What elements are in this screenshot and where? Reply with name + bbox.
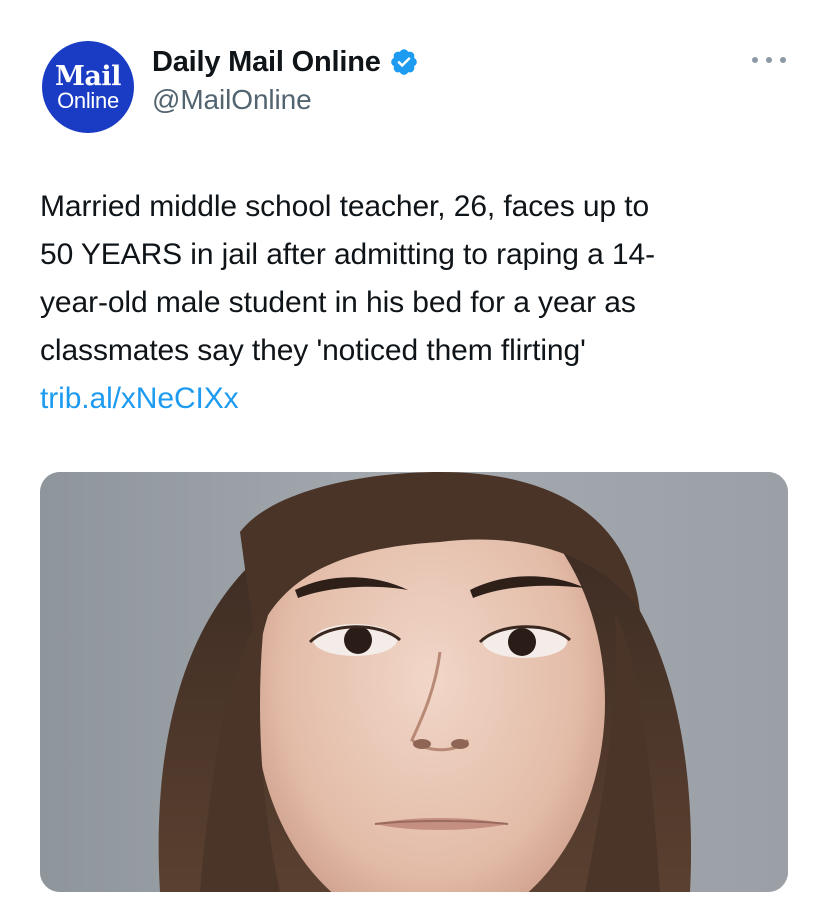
avatar[interactable]: Mail Online	[42, 41, 134, 133]
avatar-logo-text: Mail	[55, 61, 121, 92]
tweet-card: Mail Online Daily Mail Online @MailOnlin…	[0, 0, 828, 915]
photo-illustration	[40, 472, 788, 892]
avatar-logo-subtext: Online	[57, 88, 119, 113]
tweet-text: Married middle school teacher, 26, faces…	[40, 183, 800, 423]
more-dot	[766, 57, 772, 63]
more-dot	[780, 57, 786, 63]
tweet-text-line: 50 YEARS in jail after admitting to rapi…	[40, 238, 655, 271]
more-dot	[752, 57, 758, 63]
more-horizontal-icon[interactable]	[752, 48, 786, 72]
tweet-link[interactable]: trib.al/xNeCIXx	[40, 375, 800, 423]
tweet-text-line: year-old male student in his bed for a y…	[40, 286, 636, 319]
tweet-media-photo[interactable]	[40, 472, 788, 892]
verified-badge-icon[interactable]	[389, 47, 419, 77]
author-handle[interactable]: @MailOnline	[152, 84, 312, 116]
author-name-row: Daily Mail Online	[152, 44, 419, 80]
tweet-text-line: classmates say they 'noticed them flirti…	[40, 334, 586, 367]
display-name[interactable]: Daily Mail Online	[152, 46, 381, 79]
tweet-text-line: Married middle school teacher, 26, faces…	[40, 190, 650, 223]
